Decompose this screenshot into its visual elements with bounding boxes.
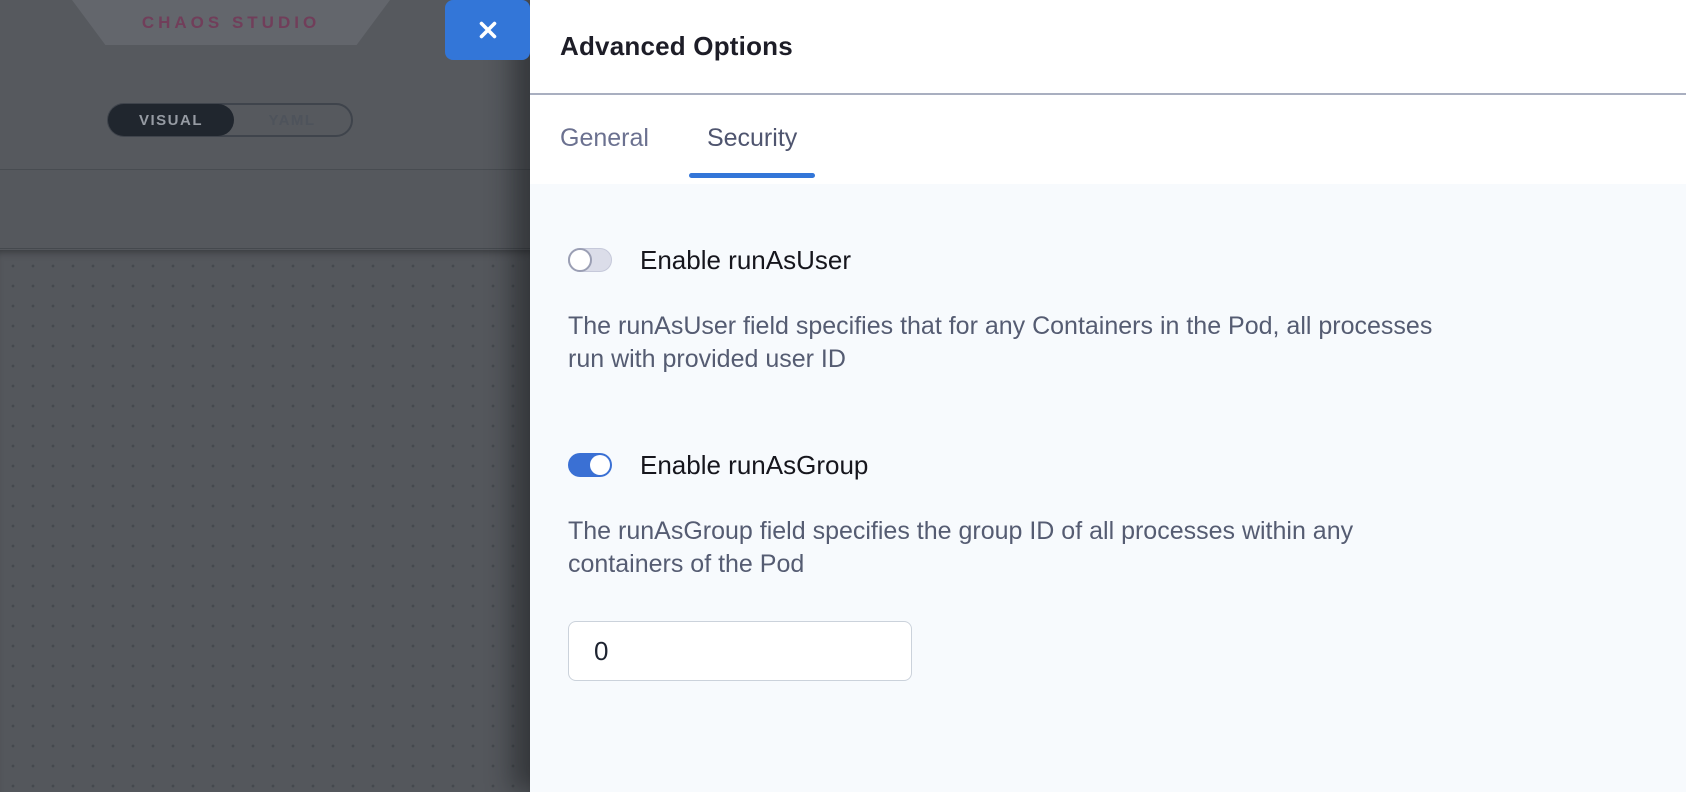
tab-security[interactable]: Security bbox=[689, 95, 815, 182]
visual-tab[interactable]: VISUAL bbox=[108, 104, 234, 136]
close-icon bbox=[475, 17, 501, 43]
enable-run-as-group-toggle[interactable] bbox=[568, 453, 612, 477]
workflow-canvas bbox=[0, 250, 530, 792]
run-as-user-description: The runAsUser field specifies that for a… bbox=[568, 310, 1626, 376]
security-tab-panel: Enable runAsUser The runAsUser field spe… bbox=[530, 184, 1686, 792]
toggle-knob bbox=[590, 455, 610, 475]
run-as-user-toggle-label: Enable runAsUser bbox=[640, 245, 851, 276]
active-tab-underline bbox=[689, 173, 815, 178]
drawer-title: Advanced Options bbox=[560, 31, 793, 62]
visual-yaml-switch[interactable]: VISUAL YAML bbox=[107, 103, 353, 137]
run-as-user-section: Enable runAsUser The runAsUser field spe… bbox=[568, 248, 1626, 376]
chaos-studio-toolbar bbox=[0, 170, 530, 249]
run-as-user-toggle-row: Enable runAsUser bbox=[568, 248, 1626, 272]
run-as-group-description: The runAsGroup field specifies the group… bbox=[568, 515, 1626, 581]
enable-run-as-user-toggle[interactable] bbox=[568, 248, 612, 272]
run-as-group-toggle-row: Enable runAsGroup bbox=[568, 453, 1626, 477]
run-as-group-section: Enable runAsGroup The runAsGroup field s… bbox=[568, 453, 1626, 681]
yaml-tab[interactable]: YAML bbox=[233, 105, 351, 135]
chaos-studio-logo-text: CHAOS STUDIO bbox=[142, 13, 320, 33]
drawer-tabs: General Security bbox=[530, 95, 1686, 182]
chaos-studio-logo-banner: CHAOS STUDIO bbox=[72, 0, 390, 45]
close-drawer-button[interactable] bbox=[445, 0, 530, 60]
drawer-header: Advanced Options bbox=[530, 0, 1686, 95]
tab-general[interactable]: General bbox=[542, 95, 667, 182]
run-as-group-id-input[interactable] bbox=[568, 621, 912, 681]
chaos-studio-background: CHAOS STUDIO VISUAL YAML bbox=[0, 0, 530, 792]
toggle-knob bbox=[568, 248, 592, 272]
advanced-options-drawer: Advanced Options General Security Enable… bbox=[530, 0, 1686, 792]
run-as-group-toggle-label: Enable runAsGroup bbox=[640, 450, 868, 481]
